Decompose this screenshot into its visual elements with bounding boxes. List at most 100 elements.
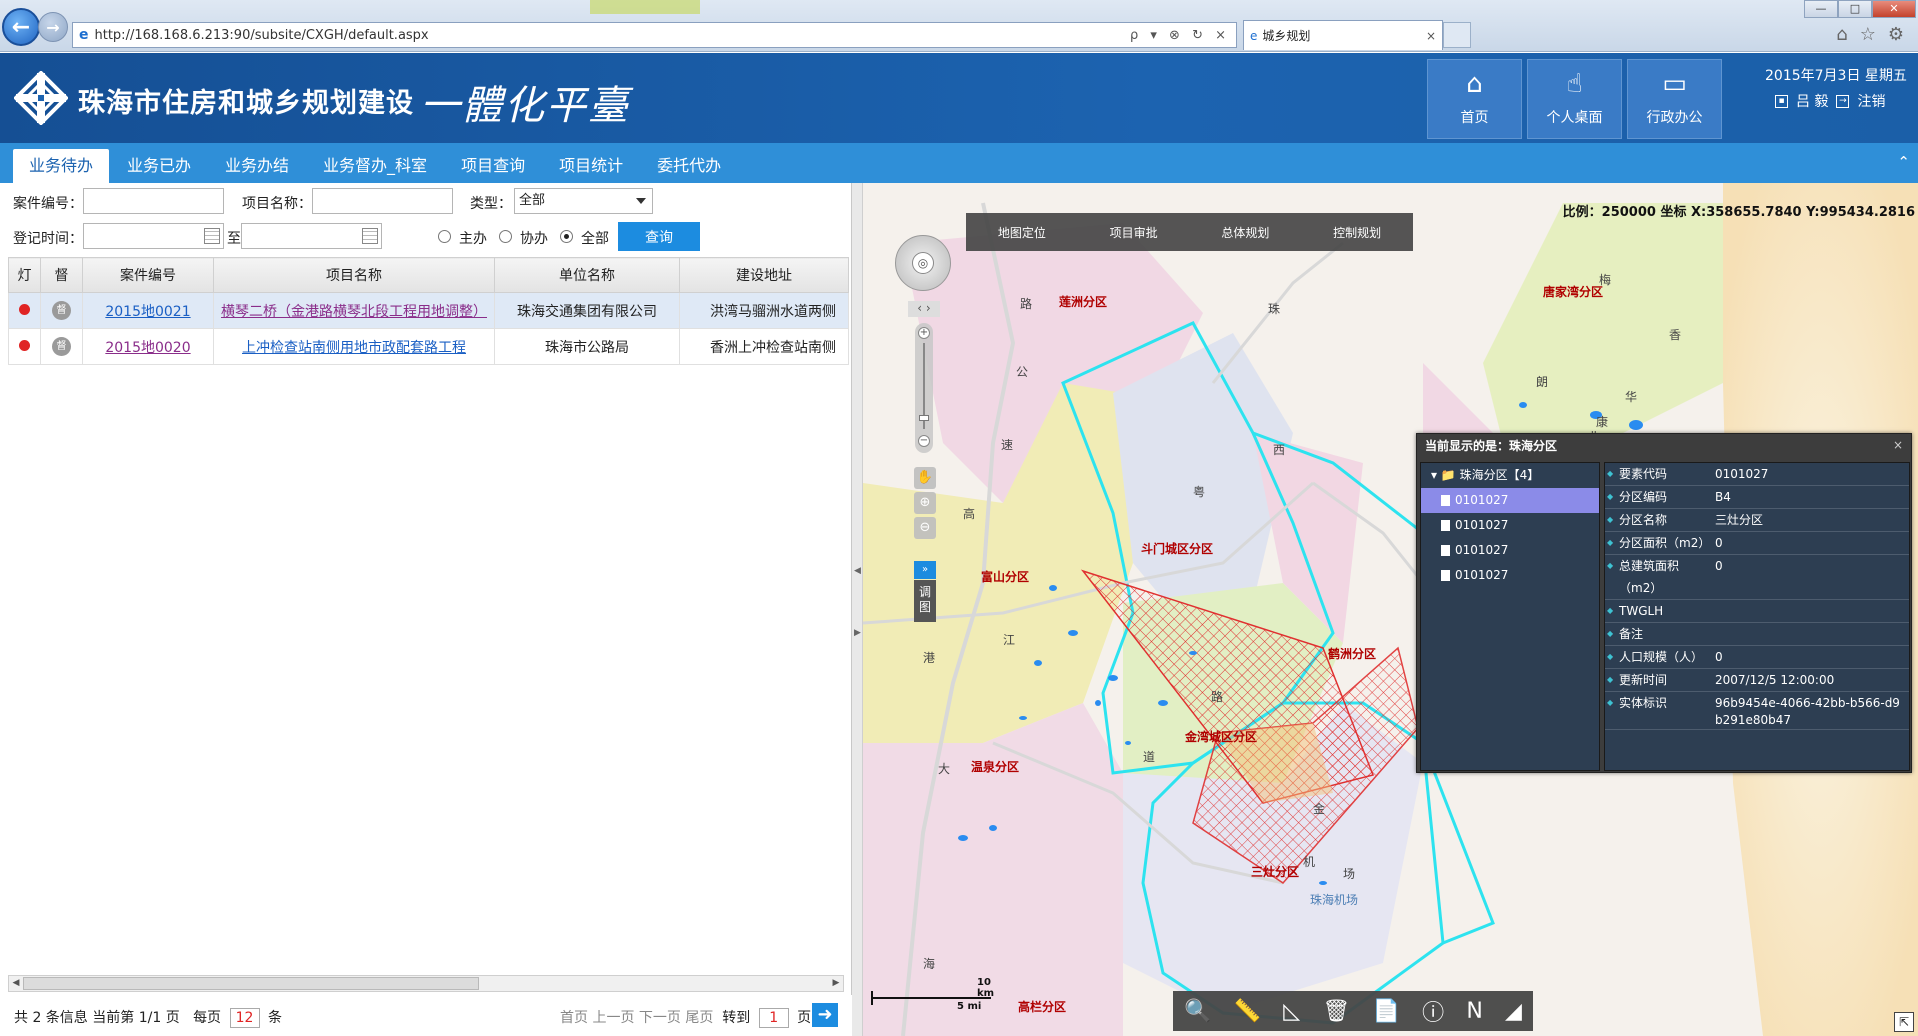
maximize-button[interactable]: □ <box>1838 0 1872 18</box>
tab-closed[interactable]: 业务办结 <box>209 149 305 183</box>
calendar-icon[interactable] <box>362 228 378 244</box>
master-plan-button[interactable]: 总体规划 <box>1221 224 1269 241</box>
home-icon[interactable]: ⌂ <box>1836 24 1847 45</box>
network-icon[interactable]: Ν <box>1466 999 1482 1024</box>
road-label: 粤 <box>1193 485 1206 499</box>
admin-office-tile[interactable]: ▭ 行政办公 <box>1627 59 1722 139</box>
home-tile[interactable]: ⌂ 首页 <box>1427 59 1522 139</box>
window-controls: — □ ✕ <box>1804 0 1916 18</box>
search-icon[interactable]: 🔍 <box>1184 999 1211 1024</box>
zoom-slider[interactable]: + − <box>915 323 933 453</box>
col-case-no[interactable]: 案件编号 <box>82 257 214 293</box>
zoom-out-box-icon[interactable]: ⊖ <box>914 517 936 539</box>
type-select[interactable]: 全部 <box>514 188 653 214</box>
collapse-left-icon[interactable]: ◀ <box>854 566 861 576</box>
radio-assist[interactable] <box>499 230 512 243</box>
switch-map-button[interactable]: 调图 <box>914 580 936 622</box>
calendar-icon[interactable] <box>204 228 220 244</box>
col-address[interactable]: 建设地址 <box>679 257 849 293</box>
ruler-icon[interactable]: 📏 <box>1234 999 1261 1024</box>
per-page-input[interactable]: 12 <box>229 1008 260 1028</box>
attr-key: 分区名称 <box>1605 509 1715 531</box>
expand-right-icon[interactable]: ▶ <box>854 628 861 638</box>
back-button[interactable]: ← <box>2 8 40 46</box>
supervise-icon[interactable]: 督 <box>52 337 71 356</box>
address-bar[interactable]: e http://168.168.6.213:90/subsite/CXGH/d… <box>72 22 1237 48</box>
add-doc-icon[interactable]: 📄 <box>1373 999 1400 1024</box>
new-tab-button[interactable] <box>1443 22 1471 48</box>
tab-project-stats[interactable]: 项目统计 <box>543 149 639 183</box>
tree-item[interactable]: 0101027 <box>1421 513 1599 538</box>
forward-button[interactable]: → <box>38 12 68 42</box>
logout-link[interactable]: 注销 <box>1857 91 1885 111</box>
info-icon[interactable]: ⓘ <box>1422 995 1444 1027</box>
window-close-button[interactable]: ✕ <box>1872 0 1916 18</box>
radio-all[interactable] <box>560 230 573 243</box>
collapse-icon[interactable]: ⌃ <box>1897 153 1910 171</box>
pan-hand-icon[interactable]: ✋ <box>914 467 936 489</box>
address-tools[interactable]: ρ ▾ ⊗ ↻ × <box>1130 28 1230 43</box>
favorites-icon[interactable]: ☆ <box>1860 24 1876 45</box>
tree-item[interactable]: 0101027 <box>1421 488 1599 513</box>
trash-icon[interactable]: 🗑 <box>1322 999 1350 1024</box>
logout-icon[interactable]: → <box>1836 94 1850 108</box>
project-link[interactable]: 上冲检查站南侧用地市政配套路工程 <box>242 340 466 356</box>
close-icon[interactable]: × <box>1893 438 1903 452</box>
tab-close-icon[interactable]: × <box>1426 29 1436 43</box>
panel-splitter[interactable]: ◀ ▶ <box>852 183 863 1036</box>
goto-page-input[interactable]: 1 <box>758 1008 789 1028</box>
col-supervise[interactable]: 督 <box>40 257 83 293</box>
query-button[interactable]: 查询 <box>618 222 700 251</box>
light-cell <box>8 328 41 365</box>
case-no-input[interactable] <box>83 188 224 214</box>
triangle-icon[interactable]: ◺ <box>1283 999 1300 1024</box>
tree-item[interactable]: 0101027 <box>1421 563 1599 588</box>
zoom-knob[interactable] <box>919 415 929 421</box>
pager-nav-links[interactable]: 首页 上一页 下一页 尾页 <box>560 1010 713 1026</box>
tab-done[interactable]: 业务已办 <box>111 149 207 183</box>
project-link[interactable]: 横琴二桥（金港路横琴北段工程用地调整） <box>221 304 487 320</box>
tab-pending[interactable]: 业务待办 <box>13 149 110 183</box>
eraser-icon[interactable]: ◢ <box>1505 999 1522 1024</box>
project-approval-button[interactable]: 项目审批 <box>1110 224 1158 241</box>
compass-icon[interactable]: ◎ <box>912 252 934 274</box>
scroll-thumb[interactable] <box>23 977 479 990</box>
app-title: 珠海市住房和城乡规划建设 <box>78 88 414 119</box>
project-name-input[interactable] <box>312 188 453 214</box>
horizontal-scrollbar[interactable]: ◀ ▶ <box>8 975 844 992</box>
reg-time-end-input[interactable] <box>241 223 382 249</box>
case-no-link[interactable]: 2015地0021 <box>105 304 190 320</box>
tab-delegate[interactable]: 委托代办 <box>641 149 737 183</box>
col-project-name[interactable]: 项目名称 <box>213 257 495 293</box>
settings-icon[interactable]: ⚙ <box>1888 24 1904 45</box>
zoom-in-icon[interactable]: + <box>918 327 930 339</box>
reg-time-start-input[interactable] <box>83 223 224 249</box>
pan-left-right[interactable]: ‹ › <box>908 301 940 317</box>
zoom-out-icon[interactable]: − <box>918 435 930 447</box>
col-light[interactable]: 灯 <box>8 257 41 293</box>
fullscreen-icon[interactable]: ⇱ <box>1894 1012 1914 1032</box>
minimize-button[interactable]: — <box>1804 0 1838 18</box>
expand-icon[interactable]: » <box>914 561 936 579</box>
tree-root[interactable]: ▾ 📁 珠海分区【4】 <box>1421 463 1599 488</box>
go-button[interactable]: ➜ <box>812 1003 838 1027</box>
tree-item[interactable]: 0101027 <box>1421 538 1599 563</box>
col-unit-name[interactable]: 单位名称 <box>494 257 680 293</box>
scroll-right-icon[interactable]: ▶ <box>829 976 843 991</box>
attr-value: 三灶分区 <box>1715 513 1764 527</box>
scroll-left-icon[interactable]: ◀ <box>9 976 23 991</box>
table-row[interactable]: 督 2015地0021 横琴二桥（金港路横琴北段工程用地调整） 珠海交通集团有限… <box>8 292 849 329</box>
radio-host[interactable] <box>438 230 451 243</box>
table-row[interactable]: 督 2015地0020 上冲检查站南侧用地市政配套路工程 珠海市公路局 香洲上冲… <box>8 328 849 365</box>
personal-desk-tile[interactable]: ☝ 个人桌面 <box>1527 59 1622 139</box>
zoom-in-box-icon[interactable]: ⊕ <box>914 492 936 514</box>
map-locate-button[interactable]: 地图定位 <box>998 224 1046 241</box>
tab-supervise[interactable]: 业务督办_科室 <box>307 149 443 183</box>
tab-project-query[interactable]: 项目查询 <box>445 149 541 183</box>
control-plan-button[interactable]: 控制规划 <box>1333 224 1381 241</box>
supervise-icon[interactable]: 督 <box>52 301 71 320</box>
pan-control[interactable]: ◎ <box>895 235 951 291</box>
case-no-link[interactable]: 2015地0020 <box>105 340 190 356</box>
url-text[interactable]: http://168.168.6.213:90/subsite/CXGH/def… <box>95 28 429 43</box>
browser-tab[interactable]: e 城乡规划 × <box>1243 20 1443 50</box>
